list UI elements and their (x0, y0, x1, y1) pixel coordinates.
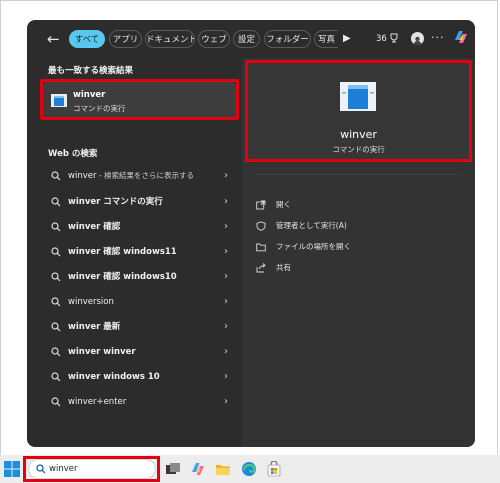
windows-start-icon[interactable] (4, 461, 20, 477)
chevron-right-icon[interactable]: › (224, 391, 228, 413)
web-result-row[interactable]: winver 確認 windows11 › (43, 241, 236, 263)
search-icon (51, 322, 61, 332)
account-avatar-icon[interactable] (411, 32, 424, 45)
web-result-query: winversion (68, 297, 114, 307)
search-icon (51, 347, 61, 357)
web-result-row[interactable]: winver - 検索結果をさらに表示する › (43, 165, 236, 187)
task-view-icon[interactable] (165, 461, 181, 477)
edge-browser-icon[interactable] (241, 461, 257, 477)
action-label: 開く (276, 200, 291, 209)
filter-bar: ← すべて アプリ ドキュメント ウェブ 設定 フォルダー 写真 ▶ 36 ··… (27, 20, 475, 58)
chevron-right-icon[interactable]: › (224, 366, 228, 388)
web-result-row[interactable]: winver 確認 windows10 › (43, 266, 236, 288)
rewards-count: 36 (376, 34, 387, 44)
preview-column: winver コマンドの実行 開く 管理者として実行(A) ファイルの場所を開く… (242, 58, 475, 447)
web-result-query: winver+enter (68, 397, 127, 407)
share-icon (256, 263, 266, 273)
web-result-query: winver 確認 windows11 (68, 247, 177, 257)
action-run-as-admin[interactable]: 管理者として実行(A) (256, 217, 456, 235)
search-box-highlight (23, 456, 160, 482)
action-open[interactable]: 開く (256, 196, 456, 214)
copilot-icon[interactable] (190, 461, 206, 477)
rewards-trophy-icon[interactable] (389, 33, 399, 43)
back-arrow-icon[interactable]: ← (47, 30, 63, 48)
chevron-right-icon[interactable]: › (224, 165, 228, 187)
folder-icon (256, 243, 266, 252)
web-result-query: winver コマンドの実行 (68, 197, 163, 207)
microsoft-store-icon[interactable] (266, 461, 282, 477)
web-result-row[interactable]: winver winver › (43, 341, 236, 363)
web-result-row[interactable]: winver+enter › (43, 391, 236, 413)
web-result-query: winver 確認 (68, 222, 121, 232)
chevron-right-icon[interactable]: › (224, 241, 228, 263)
web-result-row[interactable]: winver windows 10 › (43, 366, 236, 388)
file-explorer-icon[interactable] (215, 461, 231, 477)
chevron-right-icon[interactable]: › (224, 291, 228, 313)
search-icon (51, 222, 61, 232)
filter-all[interactable]: すべて (69, 30, 105, 48)
more-filters-arrow-icon[interactable]: ▶ (343, 30, 353, 48)
web-result-suffix: - 検索結果をさらに表示する (96, 171, 194, 180)
start-search-panel: ← すべて アプリ ドキュメント ウェブ 設定 フォルダー 写真 ▶ 36 ··… (27, 20, 475, 447)
web-result-query: winver 最新 (68, 322, 121, 332)
search-icon (51, 171, 61, 181)
web-result-query: winver (68, 171, 97, 181)
open-icon (256, 200, 266, 210)
more-options-icon[interactable]: ··· (431, 30, 445, 48)
web-search-heading: Web の検索 (48, 149, 98, 159)
chevron-right-icon[interactable]: › (224, 266, 228, 288)
filter-documents[interactable]: ドキュメント (145, 30, 195, 48)
search-icon (51, 197, 61, 207)
chevron-right-icon[interactable]: › (224, 341, 228, 363)
action-share[interactable]: 共有 (256, 259, 456, 277)
action-open-file-location[interactable]: ファイルの場所を開く (256, 238, 456, 256)
filter-apps[interactable]: アプリ (109, 30, 142, 48)
action-label: 共有 (276, 263, 291, 272)
web-result-row[interactable]: winver 確認 › (43, 216, 236, 238)
chevron-right-icon[interactable]: › (224, 191, 228, 213)
search-icon (51, 397, 61, 407)
action-label: 管理者として実行(A) (276, 221, 347, 230)
web-result-query: winver 確認 windows10 (68, 272, 177, 282)
web-result-query: winver windows 10 (68, 372, 160, 382)
web-result-row[interactable]: winver 最新 › (43, 316, 236, 338)
search-icon (51, 372, 61, 382)
action-label: ファイルの場所を開く (276, 242, 351, 251)
chevron-right-icon[interactable]: › (224, 216, 228, 238)
web-result-row[interactable]: winversion › (43, 291, 236, 313)
filter-folders[interactable]: フォルダー (264, 30, 311, 48)
shield-icon (256, 221, 266, 231)
web-result-row[interactable]: winver コマンドの実行 › (43, 191, 236, 213)
chevron-right-icon[interactable]: › (224, 316, 228, 338)
best-match-heading: 最も一致する検索結果 (48, 66, 134, 76)
results-column: 最も一致する検索結果 winver コマンドの実行 Web の検索 winver… (27, 58, 242, 447)
search-icon (51, 272, 61, 282)
search-icon (51, 297, 61, 307)
web-result-query: winver winver (68, 347, 136, 357)
filter-photos[interactable]: 写真 (314, 30, 338, 48)
filter-settings[interactable]: 設定 (233, 30, 260, 48)
preview-highlight (245, 60, 472, 162)
search-icon (51, 247, 61, 257)
copilot-icon[interactable] (452, 28, 470, 46)
divider (255, 174, 462, 175)
taskbar (0, 455, 500, 483)
best-match-highlight (40, 79, 239, 120)
filter-web[interactable]: ウェブ (198, 30, 230, 48)
